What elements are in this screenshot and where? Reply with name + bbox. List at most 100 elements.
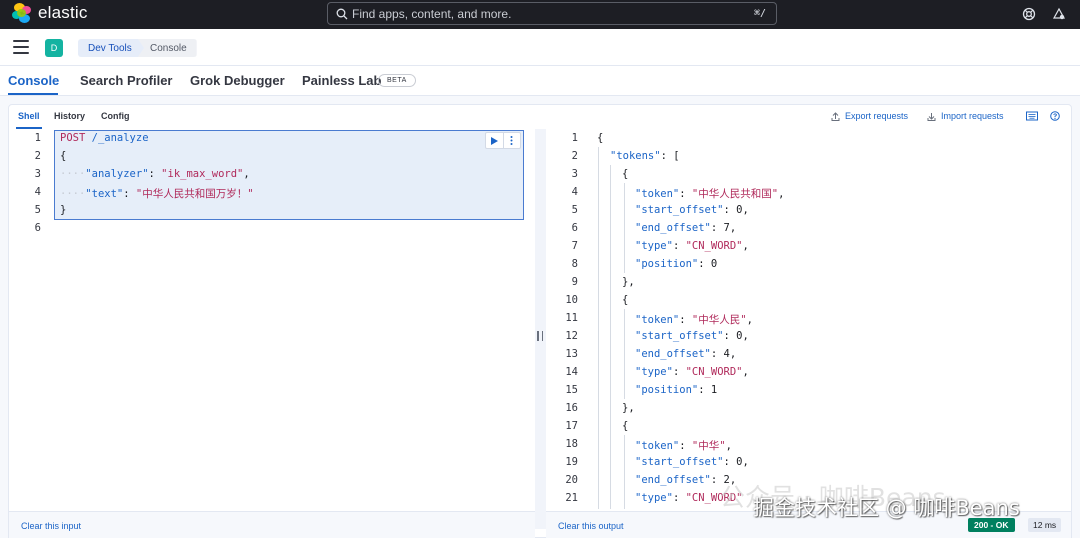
json-punctuation: :: [698, 384, 711, 396]
json-value: "CN_WORD": [685, 366, 743, 378]
json-punctuation: ,: [742, 240, 749, 252]
breadcrumb-console: Console: [138, 39, 197, 57]
json-key: "start_offset": [635, 204, 724, 216]
json-punctuation: {: [597, 132, 604, 144]
response-line: "token": "中华人民共和国",: [635, 186, 784, 201]
search-input[interactable]: [352, 6, 754, 21]
tab-painless-lab[interactable]: Painless Lab: [302, 73, 381, 88]
json-punctuation: {: [622, 420, 629, 432]
play-icon: [490, 136, 498, 145]
json-value: "中华": [691, 440, 726, 452]
json-punctuation: ,: [729, 222, 737, 234]
clear-input-link[interactable]: Clear this input: [21, 521, 81, 531]
json-punctuation: ,: [746, 314, 753, 326]
help-icon[interactable]: [1020, 5, 1038, 23]
export-requests-label: Export requests: [845, 111, 909, 121]
import-requests-button[interactable]: Import requests: [927, 111, 1004, 121]
send-request-button[interactable]: [486, 133, 503, 148]
response-line: "token": "中华",: [635, 438, 732, 453]
json-punctuation: :: [672, 492, 686, 504]
json-punctuation: :: [698, 258, 711, 270]
tab-history[interactable]: History: [54, 111, 85, 121]
response-line: {: [597, 132, 603, 144]
help-circle-icon[interactable]: [1050, 111, 1060, 121]
json-punctuation: ,: [742, 330, 749, 342]
breadcrumb-dev-tools[interactable]: Dev Tools: [78, 39, 146, 57]
json-punctuation: :: [723, 456, 737, 468]
request-actions: [485, 132, 521, 149]
menu-toggle-icon[interactable]: [13, 40, 29, 54]
response-viewer[interactable]: 1 {2 "tokens": [3 {4 "token": "中华人民共和国", 5 "st…: [546, 129, 1071, 511]
space-avatar[interactable]: D: [45, 39, 63, 57]
keyboard-shortcuts-icon[interactable]: [1026, 111, 1038, 121]
export-requests-button[interactable]: Export requests: [831, 111, 908, 121]
request-editor[interactable]: 1 2 3 4 5 6 POST /_analyze { ····"analyz…: [9, 129, 535, 511]
search-icon: [332, 4, 352, 24]
json-value: "中华人民": [691, 314, 747, 326]
line-number: 19: [565, 456, 578, 468]
line-number: 15: [565, 384, 578, 396]
text-value: "中华人民共和国万岁！": [135, 188, 254, 200]
json-punctuation: :: [672, 366, 686, 378]
response-line: "type": "CN_WORD",: [635, 366, 749, 378]
line-number: 6: [571, 222, 578, 234]
json-punctuation: :: [723, 330, 737, 342]
json-key: "end_offset": [635, 348, 711, 360]
search-shortcut-hint: ⌘/: [753, 8, 766, 19]
active-tab-indicator: [8, 93, 58, 95]
json-punctuation: :: [672, 240, 686, 252]
line-number: 4: [34, 186, 41, 198]
request-line-open-brace: {: [60, 150, 67, 162]
response-line: "start_offset": 0,: [635, 204, 749, 216]
global-search[interactable]: ⌘/: [327, 2, 777, 25]
json-key: "token": [635, 188, 680, 200]
json-value: "中华人民共和国": [691, 188, 779, 200]
tab-shell[interactable]: Shell: [18, 111, 40, 121]
line-number: 13: [565, 348, 578, 360]
json-punctuation: :: [723, 204, 737, 216]
json-key: "end_offset": [635, 222, 711, 234]
editor-splitter[interactable]: [535, 129, 546, 529]
console-subtabs: Shell History Config Export requests Imp…: [8, 104, 1072, 129]
tab-search-profiler[interactable]: Search Profiler: [80, 73, 173, 88]
breadcrumb-bar: D Dev Tools Console: [0, 29, 1080, 66]
analyzer-key: "analyzer": [85, 168, 149, 180]
response-line: "position": 1: [635, 384, 717, 396]
line-number: 21: [565, 492, 578, 504]
request-path: /_analyze: [91, 132, 149, 144]
response-line: "position": 0: [635, 258, 717, 270]
json-value: 0: [710, 258, 718, 270]
drag-handle-icon[interactable]: [537, 331, 543, 341]
json-key: "start_offset": [635, 330, 724, 342]
dev-tools-tabs: Console Search Profiler Grok Debugger Pa…: [0, 66, 1080, 96]
line-number: 16: [565, 402, 578, 414]
line-number: 12: [565, 330, 578, 342]
line-number: 3: [34, 168, 41, 180]
json-key: "start_offset": [635, 456, 724, 468]
line-number: 14: [565, 366, 578, 378]
elastic-logo[interactable]: elastic: [12, 3, 88, 23]
line-number: 5: [34, 204, 41, 216]
analyzer-value: "ik_max_word": [161, 168, 244, 180]
json-punctuation: : [: [660, 150, 680, 162]
line-number: 2: [34, 150, 41, 162]
response-line: },: [622, 276, 635, 288]
response-line: "end_offset": 4,: [635, 348, 736, 360]
text-key: "text": [85, 188, 124, 200]
request-options-button[interactable]: [502, 133, 521, 148]
news-feed-icon[interactable]: [1050, 5, 1068, 23]
import-icon: [927, 112, 936, 121]
line-number: 2: [571, 150, 578, 162]
json-punctuation: ,: [742, 366, 749, 378]
request-line-close-brace: }: [60, 204, 67, 216]
line-number: 17: [565, 420, 578, 432]
json-key: "token": [635, 314, 680, 326]
line-number: 5: [571, 204, 578, 216]
tab-console[interactable]: Console: [8, 73, 59, 88]
tab-config[interactable]: Config: [101, 111, 130, 121]
tab-grok-debugger[interactable]: Grok Debugger: [190, 73, 285, 88]
more-vertical-icon: [510, 136, 513, 145]
response-time-badge: 12 ms: [1028, 518, 1062, 532]
clear-output-link[interactable]: Clear this output: [558, 521, 624, 531]
line-number: 18: [565, 438, 578, 450]
